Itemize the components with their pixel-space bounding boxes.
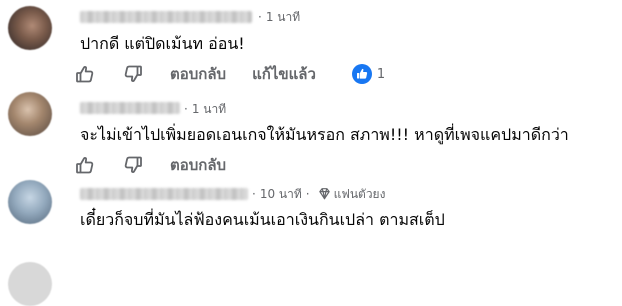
- commenter-name-blurred[interactable]: [80, 102, 180, 114]
- diamond-icon: [318, 187, 331, 203]
- thumbs-down-icon[interactable]: [122, 63, 144, 85]
- like-reaction-icon: [351, 64, 372, 84]
- reaction-count: 1: [376, 66, 386, 82]
- commenter-avatar[interactable]: [8, 262, 52, 306]
- thumbs-down-icon[interactable]: [122, 154, 144, 176]
- separator-dot: ·: [258, 10, 262, 24]
- commenter-avatar[interactable]: [8, 92, 52, 136]
- reply-button[interactable]: ตอบกลับ: [170, 153, 226, 177]
- comment-meta: · 1 นาที: [182, 100, 226, 119]
- comment-meta: · 1 นาที: [256, 8, 300, 27]
- separator-dot: ·: [305, 187, 310, 201]
- commenter-avatar[interactable]: [8, 6, 52, 50]
- comment-text: เดี๋ยวก็จบที่มันไล่ฟ้องคนเม้นเอาเงินกินเ…: [80, 210, 445, 229]
- comment-time[interactable]: 10 นาที: [260, 187, 302, 201]
- thumbs-up-icon[interactable]: [74, 63, 96, 85]
- comment-time[interactable]: 1 นาที: [192, 102, 226, 116]
- commenter-name-blurred[interactable]: [80, 188, 248, 200]
- separator-dot: ·: [184, 102, 188, 116]
- comment-time[interactable]: 1 นาที: [266, 10, 300, 24]
- comment-text: ปากดี แต่ปิดเม้นท อ่อน!: [80, 34, 245, 53]
- top-fan-badge[interactable]: แฟนตัวยง: [334, 187, 386, 201]
- reaction-summary[interactable]: 1: [351, 64, 386, 84]
- comment-text: จะไม่เข้าไปเพิ่มยอดเอนเกจให้มันหรอก สภาพ…: [80, 125, 569, 144]
- comment-actions: ตอบกลับ: [74, 153, 226, 177]
- commenter-avatar[interactable]: [8, 180, 52, 224]
- edited-label[interactable]: แก้ไขแล้ว: [252, 62, 316, 86]
- commenter-name-blurred[interactable]: [80, 11, 252, 23]
- comment-meta: · 10 นาที · แฟนตัวยง: [250, 185, 385, 204]
- comment-actions: ตอบกลับ แก้ไขแล้ว 1: [74, 62, 385, 86]
- separator-dot: ·: [252, 187, 256, 201]
- reply-button[interactable]: ตอบกลับ: [170, 62, 226, 86]
- thumbs-up-icon[interactable]: [74, 154, 96, 176]
